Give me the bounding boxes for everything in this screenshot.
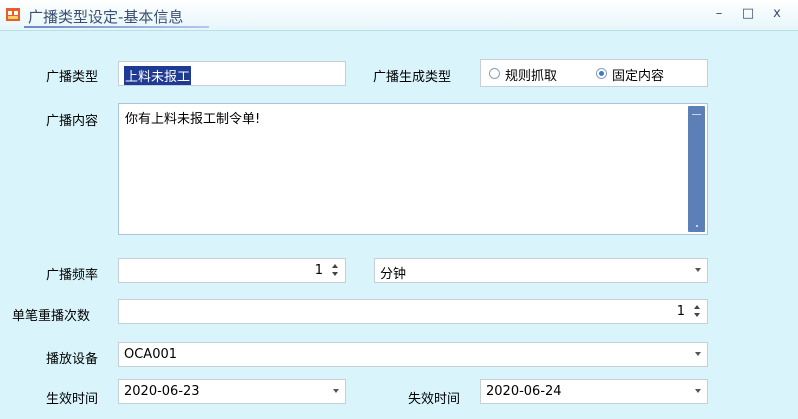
- device-label: 播放设备: [46, 352, 99, 367]
- minimize-button[interactable]: –: [708, 4, 730, 24]
- content-scrollbar[interactable]: [688, 106, 705, 232]
- frequency-stepper[interactable]: 1: [118, 258, 346, 283]
- gen-type-label: 广播生成类型: [373, 70, 452, 85]
- expire-date-picker[interactable]: 2020-06-24: [480, 379, 708, 404]
- effective-date-value: 2020-06-23: [124, 384, 200, 399]
- repeat-count-value: 1: [676, 304, 685, 319]
- close-button[interactable]: x: [766, 4, 788, 24]
- chevron-down-icon[interactable]: [695, 268, 701, 272]
- frequency-spinner-icon[interactable]: [331, 261, 340, 280]
- effective-time-label: 生效时间: [46, 392, 99, 407]
- repeat-count-stepper[interactable]: 1: [118, 299, 708, 324]
- fixed-content-label: 固定内容: [612, 69, 665, 84]
- chevron-down-icon[interactable]: [695, 352, 701, 356]
- frequency-unit-select[interactable]: 分钟: [374, 258, 708, 283]
- frequency-label: 广播频率: [46, 268, 99, 283]
- frequency-unit-value: 分钟: [380, 267, 407, 282]
- effective-date-picker[interactable]: 2020-06-23: [118, 379, 346, 404]
- scroll-indicator-dot: [696, 225, 698, 227]
- content-textarea[interactable]: 你有上料未报工制令单!: [118, 103, 708, 235]
- scroll-thumb-line: [692, 114, 701, 115]
- rule-fetch-radio[interactable]: [489, 68, 500, 79]
- window-title: 广播类型设定-基本信息: [28, 8, 184, 26]
- content-value: 你有上料未报工制令单!: [125, 112, 261, 127]
- chevron-down-icon[interactable]: [695, 389, 701, 393]
- device-value: OCA001: [124, 347, 178, 362]
- gen-type-radio-group: 规则抓取 固定内容: [480, 59, 708, 87]
- maximize-button[interactable]: □: [737, 4, 759, 24]
- fixed-content-radio[interactable]: [596, 68, 607, 79]
- title-underline: [24, 26, 209, 28]
- frequency-value: 1: [314, 263, 323, 278]
- broadcast-type-label: 广播类型: [46, 70, 99, 85]
- repeat-count-spinner-icon[interactable]: [693, 302, 702, 321]
- dialog-window: 广播类型设定-基本信息 – □ x 广播类型 上料未报工 广播生成类型 规则抓取…: [0, 0, 798, 419]
- device-select[interactable]: OCA001: [118, 342, 708, 367]
- chevron-down-icon[interactable]: [333, 389, 339, 393]
- broadcast-type-value: 上料未报工: [124, 66, 192, 85]
- broadcast-type-input[interactable]: 上料未报工: [118, 61, 346, 86]
- app-window-icon: [6, 8, 20, 21]
- expire-date-value: 2020-06-24: [486, 384, 562, 399]
- title-bar[interactable]: 广播类型设定-基本信息 – □ x: [0, 0, 798, 31]
- rule-fetch-label: 规则抓取: [505, 69, 558, 84]
- repeat-count-label: 单笔重播次数: [12, 309, 91, 324]
- expire-time-label: 失效时间: [408, 392, 461, 407]
- content-label: 广播内容: [46, 114, 99, 129]
